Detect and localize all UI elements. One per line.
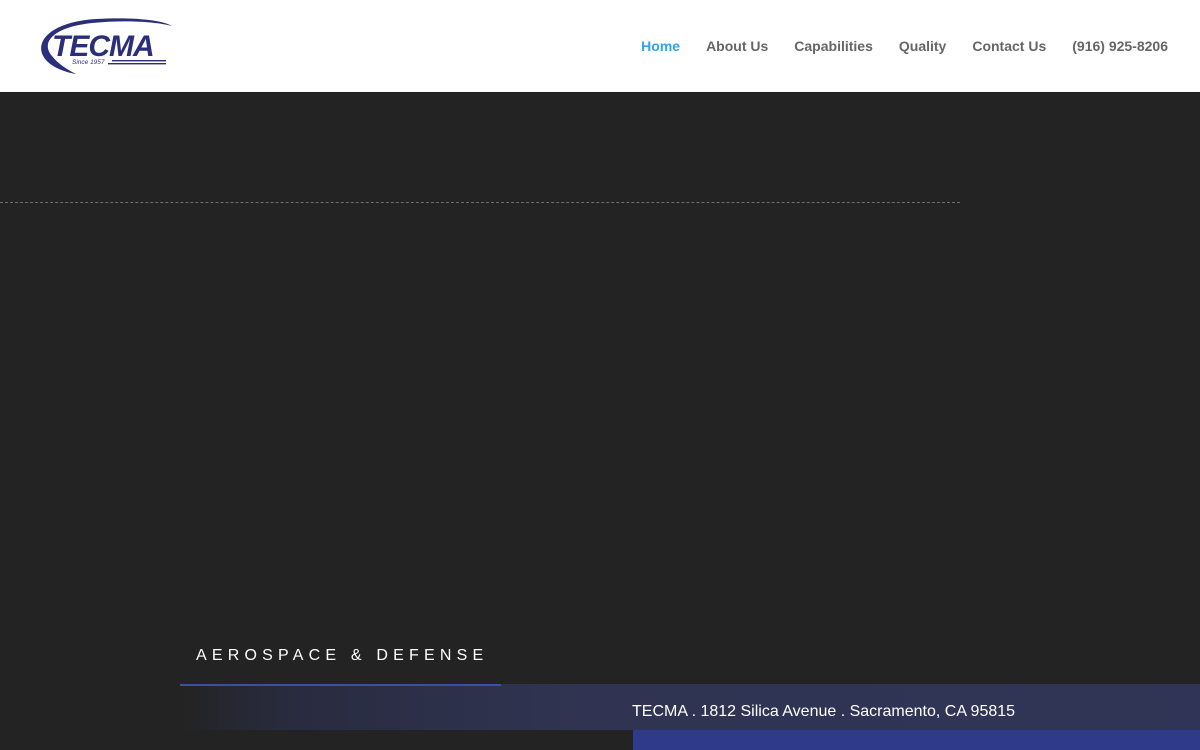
hero-section: AEROSPACE & DEFENSE TECMA . 1812 Silica …	[0, 92, 1200, 750]
nav-contact-us[interactable]: Contact Us	[972, 39, 1046, 53]
logo-since: Since 1957	[72, 59, 105, 66]
nav-phone[interactable]: (916) 925-8206	[1072, 39, 1168, 53]
accent-band	[633, 730, 1200, 750]
nav-capabilities[interactable]: Capabilities	[794, 39, 873, 53]
tagline-underline	[180, 684, 501, 686]
main-nav: Home About Us Capabilities Quality Conta…	[615, 0, 1168, 92]
dashed-divider	[0, 202, 960, 203]
nav-about-us[interactable]: About Us	[706, 39, 768, 53]
nav-quality[interactable]: Quality	[899, 39, 946, 53]
tecma-logo[interactable]: TECMA Since 1957	[34, 16, 174, 78]
tecma-logo-icon: TECMA Since 1957	[41, 18, 172, 74]
hero-tagline: AEROSPACE & DEFENSE	[196, 647, 489, 664]
company-address: TECMA . 1812 Silica Avenue . Sacramento,…	[632, 703, 1016, 720]
nav-home[interactable]: Home	[641, 39, 680, 53]
site-header: TECMA Since 1957 Home About Us Capabilit…	[0, 0, 1200, 92]
